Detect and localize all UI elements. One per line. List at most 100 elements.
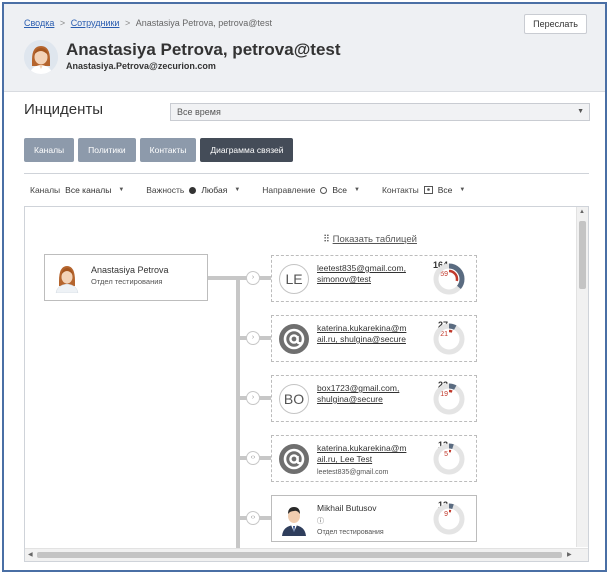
severity-dot-icon: [189, 186, 197, 194]
vertical-scrollbar[interactable]: ▲: [576, 207, 588, 547]
direction-out-icon[interactable]: ›: [246, 331, 260, 345]
contact-card[interactable]: BO box1723@gmail.com, shulgina@secure 23…: [271, 375, 477, 422]
contact-card[interactable]: katerina.kukarekina@m ail.ru, shulgina@s…: [271, 315, 477, 362]
show-as-table-label: Показать таблицей: [332, 234, 417, 245]
filter-value: Любая: [201, 185, 228, 195]
breadcrumb: Сводка > Сотрудники > Anastasiya Petrova…: [24, 18, 272, 28]
contact-line[interactable]: katerina.kukarekina@m: [317, 443, 429, 454]
contact-line[interactable]: box1723@gmail.com,: [317, 383, 429, 394]
breadcrumb-employees-link[interactable]: Сотрудники: [71, 18, 120, 28]
filter-value: Все: [332, 185, 348, 195]
filter-contacts[interactable]: Контакты Все ▼: [382, 185, 465, 195]
filter-label: Важность: [146, 185, 185, 195]
contact-avatar: BO: [279, 384, 309, 414]
at-sign-icon: [283, 448, 305, 470]
scrollbar-thumb[interactable]: [37, 552, 562, 558]
app-window: Сводка > Сотрудники > Anastasiya Petrova…: [2, 2, 607, 572]
contact-name[interactable]: Mikhail Butusov: [317, 503, 429, 514]
filter-direction[interactable]: Направление Все ▼: [262, 185, 360, 195]
avatar: [24, 40, 58, 74]
gauge-severe-fill: [439, 389, 459, 409]
employee-header: Сводка > Сотрудники > Anastasiya Petrova…: [4, 4, 605, 92]
view-tabs: Каналы Политики Контакты Диаграмма связе…: [24, 138, 294, 162]
filter-value: Все: [437, 185, 453, 195]
filter-label: Контакты: [381, 185, 419, 195]
contact-line[interactable]: katerina.kukarekina@m: [317, 323, 429, 334]
female-avatar-icon: [24, 40, 58, 74]
page-title: Anastasiya Petrova, petrova@test: [66, 40, 341, 59]
show-as-table-link[interactable]: ⠿ Показать таблицей: [323, 234, 417, 245]
connector-line: [208, 276, 238, 280]
tab-channels[interactable]: Каналы: [24, 138, 75, 162]
contact-info: leetest835@gmail.com, simonov@test: [317, 263, 429, 285]
contact-avatar: LE: [279, 264, 309, 294]
gauge-severe-fill: [439, 509, 459, 529]
contact-line[interactable]: simonov@test: [317, 274, 429, 285]
caret-down-icon: ▼: [354, 187, 360, 193]
user-email: Anastasiya.Petrova@zecurion.com: [66, 61, 216, 71]
at-sign-icon: [283, 328, 305, 350]
contact-sub: Отдел тестирования: [317, 529, 384, 536]
breadcrumb-summary-link[interactable]: Сводка: [24, 18, 54, 28]
scroll-left-icon[interactable]: ◀: [28, 551, 33, 558]
filter-channels[interactable]: Каналы Все каналы ▼: [30, 185, 124, 195]
filter-value: Все каналы: [65, 185, 112, 195]
tab-relations-diagram[interactable]: Диаграмма связей: [200, 138, 294, 162]
contact-line[interactable]: leetest835@gmail.com,: [317, 263, 429, 274]
horizontal-scrollbar[interactable]: ◀ ▶: [25, 548, 588, 561]
source-name: Anastasiya Petrova: [91, 265, 169, 275]
direction-out-icon[interactable]: ›: [246, 391, 260, 405]
scroll-right-icon[interactable]: ▶: [567, 551, 572, 558]
caret-down-icon: ▼: [577, 108, 584, 115]
contact-info: box1723@gmail.com, shulgina@secure: [317, 383, 429, 405]
contact-card[interactable]: Mikhail Butusov ⓘ Отдел тестирования 13 …: [271, 495, 477, 542]
scroll-up-icon[interactable]: ▲: [579, 209, 585, 215]
table-grid-icon: ⠿: [323, 234, 330, 245]
period-select[interactable]: Все время ▼: [170, 103, 590, 121]
gauge-severe-fill: [439, 449, 459, 469]
filter-severity[interactable]: Важность Любая ▼: [146, 185, 240, 195]
forward-button[interactable]: Переслать: [524, 14, 587, 34]
scrollbar-thumb[interactable]: [579, 221, 586, 289]
contacts-icon: [423, 186, 433, 194]
email-at-icon: [279, 324, 309, 354]
incident-gauge: [433, 503, 465, 535]
contact-line[interactable]: ail.ru, shulgina@secure: [317, 334, 429, 345]
direction-both-icon[interactable]: ‹›: [246, 451, 260, 465]
contact-line[interactable]: ail.ru, Lee Test: [317, 454, 429, 465]
period-select-value: Все время: [177, 107, 221, 117]
breadcrumb-current: Anastasiya Petrova, petrova@test: [135, 18, 272, 28]
filter-bar: Каналы Все каналы ▼ Важность Любая ▼ Нап…: [30, 185, 465, 195]
caret-down-icon: ▼: [459, 187, 466, 193]
gauge-severe-fill: [439, 269, 459, 289]
contact-sub: leetest835@gmail.com: [317, 469, 389, 476]
direction-out-icon[interactable]: ›: [246, 271, 260, 285]
info-icon: ⓘ: [317, 518, 324, 525]
email-at-icon: [279, 444, 309, 474]
incident-gauge: [433, 383, 465, 415]
contact-card[interactable]: katerina.kukarekina@m ail.ru, Lee Test l…: [271, 435, 477, 482]
contact-info: katerina.kukarekina@m ail.ru, shulgina@s…: [317, 323, 429, 345]
contact-card[interactable]: LE leetest835@gmail.com, simonov@test 16…: [271, 255, 477, 302]
female-avatar-icon: [55, 266, 79, 293]
section-title: Инциденты: [24, 101, 104, 118]
incident-gauge: [433, 263, 465, 295]
tab-contacts[interactable]: Контакты: [139, 138, 197, 162]
incident-gauge: [433, 443, 465, 475]
caret-down-icon: ▼: [234, 187, 241, 193]
caret-down-icon: ▼: [118, 187, 125, 193]
breadcrumb-separator: >: [124, 18, 131, 28]
gauge-severe-fill: [439, 329, 459, 349]
tab-policies[interactable]: Политики: [78, 138, 136, 162]
male-avatar-icon: [282, 507, 306, 536]
source-department: Отдел тестирования: [91, 277, 163, 286]
divider: [24, 173, 589, 174]
source-employee-card[interactable]: Anastasiya Petrova Отдел тестирования: [44, 254, 208, 301]
relations-diagram: ⠿ Показать таблицей Anastasiya Petrova О…: [24, 206, 589, 562]
contact-line[interactable]: shulgina@secure: [317, 394, 429, 405]
direction-both-icon[interactable]: ‹›: [246, 511, 260, 525]
incident-gauge: [433, 323, 465, 355]
contact-info: Mikhail Butusov ⓘ Отдел тестирования: [317, 503, 429, 538]
direction-icon: [320, 186, 328, 194]
breadcrumb-separator: >: [59, 18, 66, 28]
